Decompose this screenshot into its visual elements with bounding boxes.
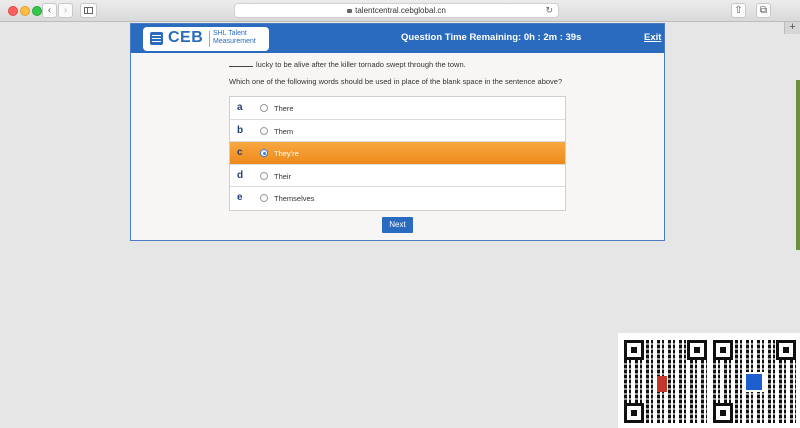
option-text: They're xyxy=(274,149,299,159)
option-d[interactable]: d Their xyxy=(230,164,565,188)
radio-button[interactable] xyxy=(260,104,268,112)
qr-finder xyxy=(713,340,733,360)
logo-text: CEB xyxy=(168,29,204,46)
answer-options: a There b Them c They're d Their e Thems… xyxy=(229,96,566,211)
option-a[interactable]: a There xyxy=(230,97,565,120)
option-e[interactable]: e Themselves xyxy=(230,187,565,210)
qr-finder xyxy=(624,340,644,360)
question-timer: Question Time Remaining: 0h : 2m : 39s xyxy=(401,32,582,43)
question-sentence: lucky to be alive after the killer torna… xyxy=(229,60,466,69)
qr-seal-icon xyxy=(657,376,667,392)
back-button[interactable]: ‹ xyxy=(42,3,57,18)
qr-code-icon xyxy=(713,340,796,423)
option-letter: a xyxy=(237,102,243,113)
ceb-logo: CEB SHL Talent Measurement xyxy=(143,27,269,51)
blank-space xyxy=(229,66,253,67)
radio-button-selected[interactable] xyxy=(260,149,268,158)
share-icon: ⇧ xyxy=(734,5,743,16)
option-text: Their xyxy=(274,171,292,181)
test-panel: CEB SHL Talent Measurement Question Time… xyxy=(130,23,665,241)
question-instruction: Which one of the following words should … xyxy=(229,77,563,86)
radio-button[interactable] xyxy=(260,171,268,180)
forward-button[interactable]: › xyxy=(58,3,73,18)
option-letter: e xyxy=(237,192,243,204)
qr-logo-icon xyxy=(744,372,764,392)
test-header: CEB SHL Talent Measurement Question Time… xyxy=(131,24,664,53)
logo-subtitle: SHL Talent Measurement xyxy=(213,30,256,45)
address-bar[interactable]: talentcentral.cebglobal.cn ↻ xyxy=(234,3,559,18)
qr-finder xyxy=(624,403,644,423)
question-text: lucky to be alive after the killer torna… xyxy=(256,60,466,69)
qr-finder xyxy=(713,403,733,423)
next-button[interactable]: Next xyxy=(382,217,413,233)
plus-icon: + xyxy=(789,21,796,33)
option-letter: d xyxy=(237,169,244,181)
show-tabs-button[interactable]: ⧉ xyxy=(756,3,771,18)
chevron-left-icon: ‹ xyxy=(47,5,52,16)
lock-icon xyxy=(347,9,353,13)
qr-finder xyxy=(776,340,796,360)
qr-finder xyxy=(687,340,707,360)
option-text: There xyxy=(274,104,294,113)
radio-button[interactable] xyxy=(260,194,268,203)
minimize-window-button[interactable] xyxy=(20,6,30,16)
qr-code-icon xyxy=(624,340,707,423)
share-button[interactable]: ⇧ xyxy=(731,3,746,18)
option-text: Them xyxy=(274,126,294,136)
close-window-button[interactable] xyxy=(8,6,18,16)
logo-divider xyxy=(209,31,210,47)
sidebar-icon xyxy=(84,7,93,14)
option-text: Themselves xyxy=(274,194,315,204)
building-icon xyxy=(150,32,163,45)
qr-codes-overlay xyxy=(618,333,800,428)
option-c[interactable]: c They're xyxy=(230,142,565,165)
tabs-icon: ⧉ xyxy=(759,5,768,16)
radio-button[interactable] xyxy=(260,126,268,135)
reload-icon[interactable]: ↻ xyxy=(545,4,553,17)
browser-toolbar: ‹ › talentcentral.cebglobal.cn ↻ ⇧ ⧉ xyxy=(0,0,800,22)
sidebar-toggle-button[interactable] xyxy=(80,3,97,18)
option-b[interactable]: b Them xyxy=(230,119,565,143)
option-letter: c xyxy=(237,147,243,159)
background-strip xyxy=(796,80,800,250)
exit-link[interactable]: Exit xyxy=(644,32,661,43)
url-text: talentcentral.cebglobal.cn xyxy=(355,6,446,15)
zoom-window-button[interactable] xyxy=(32,6,42,16)
option-letter: b xyxy=(237,124,244,136)
chevron-right-icon: › xyxy=(63,5,68,16)
new-tab-button[interactable]: + xyxy=(784,22,800,34)
